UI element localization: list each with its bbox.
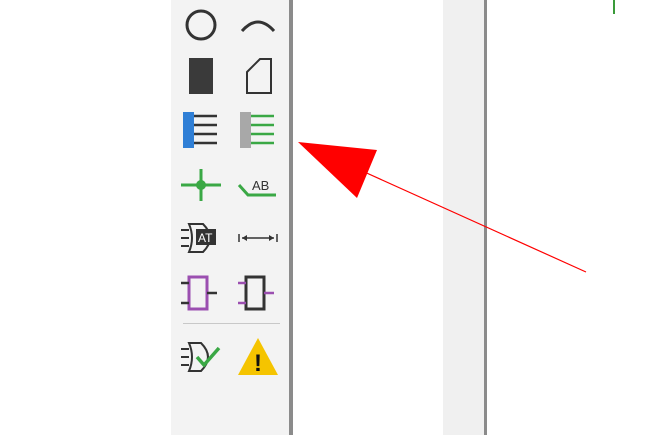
bus-green-icon: [240, 112, 274, 148]
attribute-gate-icon: AT: [181, 223, 216, 253]
junction-tool-button[interactable]: [179, 163, 223, 207]
component-purple-tool-button[interactable]: [179, 271, 223, 315]
circle-icon: [185, 9, 217, 41]
gate-check-icon: [181, 342, 221, 372]
side-panel: [293, 0, 443, 435]
component-purple-icon: [181, 275, 217, 311]
filled-rectangle-tool-button[interactable]: [179, 54, 223, 98]
wire-segment: [613, 0, 615, 14]
component-black-icon: [238, 275, 274, 311]
arc-icon: [240, 20, 276, 33]
warning-icon: !: [238, 338, 278, 377]
component-black-tool-button[interactable]: [236, 271, 280, 315]
attribute-tool-button[interactable]: AT: [179, 216, 223, 260]
junction-icon: [181, 169, 221, 201]
attribute-label-text: AT: [198, 231, 213, 245]
dimension-tool-button[interactable]: [236, 216, 280, 260]
panel-strip: [443, 0, 484, 435]
warning-tool-button[interactable]: !: [236, 335, 280, 379]
net-label-icon: AB: [237, 178, 276, 197]
check-gate-tool-button[interactable]: [179, 335, 223, 379]
arc-tool-button[interactable]: [236, 3, 280, 47]
net-label-text: AB: [252, 178, 269, 193]
warning-glyph: !: [254, 350, 262, 377]
circle-tool-button[interactable]: [179, 3, 223, 47]
toolbar-separator: [183, 323, 280, 324]
bus-blue-icon: [183, 112, 217, 148]
bus-green-tool-button[interactable]: [236, 108, 280, 152]
filled-rectangle-icon: [189, 58, 213, 94]
polygon-tool-button[interactable]: [236, 54, 280, 98]
app-window: AB AT !: [0, 0, 648, 435]
dimension-arrow-icon: [238, 234, 278, 242]
bus-blue-tool-button[interactable]: [179, 108, 223, 152]
net-label-tool-button[interactable]: AB: [236, 163, 280, 207]
polygon-icon: [246, 58, 272, 94]
schematic-canvas[interactable]: [487, 0, 648, 435]
